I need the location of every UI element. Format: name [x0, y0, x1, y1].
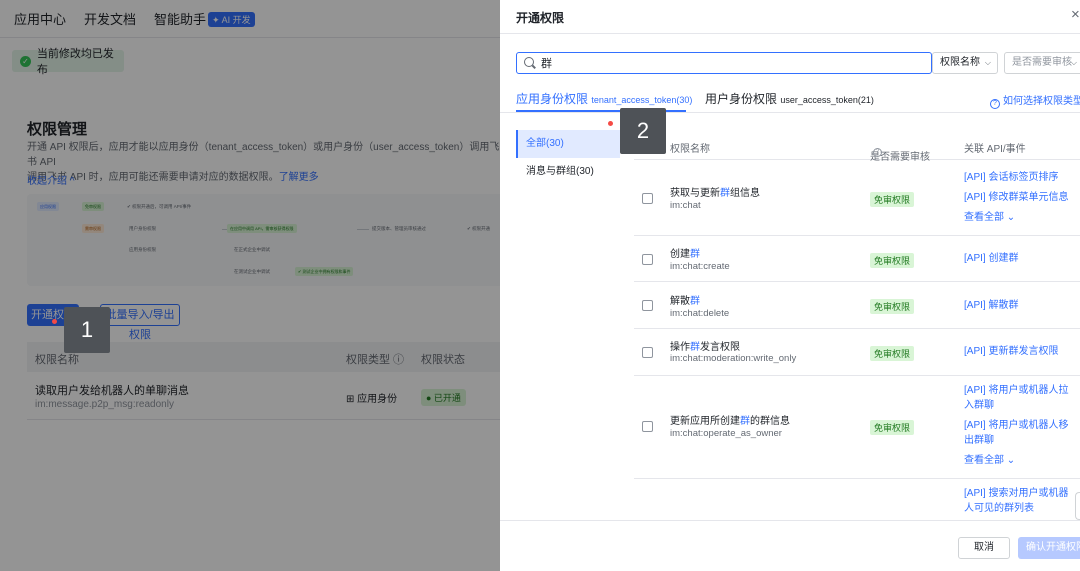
- filter-review-select[interactable]: 是否需要审核 ⌵: [1004, 52, 1080, 74]
- permission-name-part: 组信息: [730, 188, 760, 199]
- table-row: 解散群 im:chat:delete 免审权限 [API] 解散群: [634, 282, 1080, 329]
- tabs-divider: [500, 112, 1080, 113]
- permission-list-header: 权限名称 是否需要审核? 关联 API/事件: [634, 132, 1080, 163]
- search-highlight: 群: [740, 416, 750, 427]
- row-checkbox[interactable]: [642, 254, 653, 265]
- col-header-name: 权限名称: [670, 144, 710, 155]
- permission-scope: im:chat: [670, 200, 701, 211]
- table-row: 创建群 im:chat:create 免审权限 [API] 创建群: [634, 236, 1080, 282]
- api-link[interactable]: [API] 创建群: [964, 251, 1074, 266]
- permission-name-part: 创建: [670, 249, 690, 260]
- related-api-list: [API] 更新群发言权限: [964, 344, 1074, 364]
- filter-name-value: 权限名称: [940, 57, 980, 68]
- row-checkbox[interactable]: [642, 300, 653, 311]
- review-free-badge: 免审权限: [870, 253, 915, 268]
- row-checkbox[interactable]: [642, 347, 653, 358]
- table-row: 获取与更新群组信息 im:chat 免审权限 [API] 会话标签页排序 [AP…: [634, 160, 1080, 236]
- confirm-open-permission-button[interactable]: 确认开通权限: [1018, 537, 1080, 559]
- filter-review-placeholder: 是否需要审核: [1012, 57, 1072, 68]
- row-checkbox[interactable]: [642, 421, 653, 432]
- question-icon: ?: [873, 148, 882, 157]
- search-input[interactable]: [541, 55, 921, 71]
- api-link[interactable]: [API] 将用户或机器人移出群聊: [964, 418, 1074, 448]
- tab-count: (21): [857, 95, 874, 105]
- row-checkbox[interactable]: [642, 193, 653, 204]
- modal-overlay[interactable]: [0, 0, 500, 571]
- search-highlight: 群: [690, 249, 700, 260]
- api-link[interactable]: [API] 更新群发言权限: [964, 344, 1074, 359]
- search-highlight: 群: [690, 296, 700, 307]
- view-all-link[interactable]: 查看全部 ⌄: [964, 210, 1074, 225]
- step-marker-1: 1: [64, 307, 110, 353]
- api-link[interactable]: [API] 会话标签页排序: [964, 170, 1074, 185]
- permission-name-part: 的群信息: [750, 416, 790, 427]
- review-free-badge: 免审权限: [870, 299, 915, 314]
- permission-scope: im:chat:delete: [670, 308, 730, 319]
- api-link[interactable]: [API] 搜索对用户或机器人可见的群列表: [964, 486, 1074, 516]
- scrollbar-handle[interactable]: [1075, 492, 1080, 520]
- api-link[interactable]: [API] 将用户或机器人拉入群聊: [964, 383, 1074, 413]
- table-row: 更新应用所创建群的群信息 im:chat:operate_as_owner 免审…: [634, 376, 1080, 479]
- view-all-link[interactable]: 查看全部 ⌄: [964, 453, 1074, 468]
- drawer-footer: 取消 确认开通权限: [500, 520, 1080, 571]
- drawer-header: 开通权限 ×: [500, 0, 1080, 34]
- table-row: [API] 搜索对用户或机器人可见的群列表: [634, 479, 1080, 520]
- permission-name: 解散群: [670, 292, 700, 307]
- help-link[interactable]: ?如何选择权限类型?: [990, 92, 1080, 109]
- related-api-list: [API] 解散群: [964, 298, 1074, 318]
- category-message-group[interactable]: 消息与群组(30): [516, 158, 620, 186]
- related-api-list: [API] 创建群: [964, 251, 1074, 271]
- permission-name-part: 操作: [670, 342, 690, 353]
- category-all[interactable]: 全部(30): [516, 130, 620, 158]
- click-indicator-dot: [52, 319, 57, 324]
- permission-scope: im:chat:operate_as_owner: [670, 428, 782, 439]
- related-api-list: [API] 搜索对用户或机器人可见的群列表: [964, 486, 1074, 521]
- review-free-badge: 免审权限: [870, 192, 915, 207]
- drawer-title: 开通权限: [516, 11, 565, 25]
- permission-name-part: 发言权限: [700, 342, 740, 353]
- click-indicator-dot: [608, 121, 613, 126]
- search-highlight: 群: [720, 188, 730, 199]
- tab-sub: tenant_access_token: [591, 95, 677, 105]
- chevron-down-icon: ⌵: [1070, 58, 1077, 67]
- help-link-text: 如何选择权限类型?: [1003, 96, 1080, 107]
- search-icon: [524, 57, 534, 67]
- related-api-list: [API] 将用户或机器人拉入群聊 [API] 将用户或机器人移出群聊 查看全部…: [964, 383, 1074, 473]
- question-icon: ?: [990, 99, 1000, 109]
- open-permission-drawer: 开通权限 × 权限名称 ⌵ 是否需要审核 ⌵ 应用身份权限 tenant_acc…: [500, 0, 1080, 571]
- col-header-api: 关联 API/事件: [964, 144, 1026, 155]
- api-link[interactable]: [API] 修改群菜单元信息: [964, 190, 1074, 205]
- permission-scope: im:chat:moderation:write_only: [670, 353, 797, 364]
- review-free-badge: 免审权限: [870, 420, 915, 435]
- tab-label: 用户身份权限: [705, 92, 778, 106]
- permission-scope: im:chat:create: [670, 261, 730, 272]
- permission-name: 创建群: [670, 245, 700, 260]
- permission-name: 更新应用所创建群的群信息: [670, 412, 790, 427]
- close-icon[interactable]: ×: [1071, 6, 1080, 23]
- api-link[interactable]: [API] 解散群: [964, 298, 1074, 313]
- related-api-list: [API] 会话标签页排序 [API] 修改群菜单元信息 查看全部 ⌄: [964, 170, 1074, 230]
- tab-user-permissions[interactable]: 用户身份权限 user_access_token(21): [705, 90, 874, 107]
- tab-sub: user_access_token: [780, 95, 858, 105]
- permission-name: 操作群发言权限: [670, 338, 740, 353]
- permission-name: 获取与更新群组信息: [670, 184, 760, 199]
- permission-name-part: 解散: [670, 296, 690, 307]
- filter-name-select[interactable]: 权限名称 ⌵: [932, 52, 998, 74]
- cancel-button[interactable]: 取消: [958, 537, 1010, 559]
- search-highlight: 群: [690, 342, 700, 353]
- permission-name-part: 获取与更新: [670, 188, 720, 199]
- step-marker-2: 2: [620, 108, 666, 154]
- tab-count: (30): [676, 95, 693, 105]
- table-row: 操作群发言权限 im:chat:moderation:write_only 免审…: [634, 329, 1080, 376]
- review-free-badge: 免审权限: [870, 346, 915, 361]
- tab-label: 应用身份权限: [516, 92, 589, 106]
- category-list: 全部(30) 消息与群组(30): [516, 130, 620, 186]
- chevron-down-icon: ⌵: [984, 58, 991, 67]
- tab-tenant-permissions[interactable]: 应用身份权限 tenant_access_token(30): [516, 90, 692, 107]
- permission-name-part: 更新应用所创建: [670, 416, 740, 427]
- permission-search[interactable]: [516, 52, 932, 74]
